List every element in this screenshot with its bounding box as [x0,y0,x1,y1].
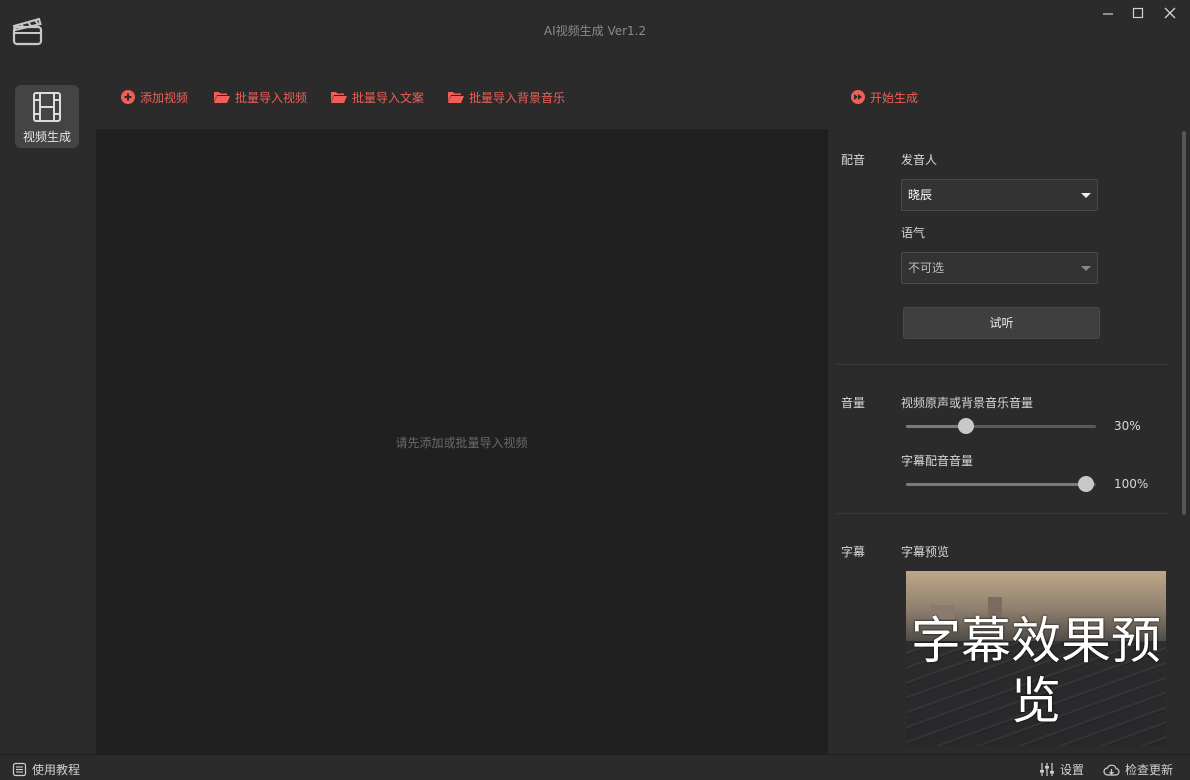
divider [836,364,1169,365]
volume-section-label: 音量 [841,396,866,410]
folder-open-icon [448,92,464,103]
speaker-select[interactable]: 晓辰 [901,179,1098,211]
empty-hint: 请先添加或批量导入视频 [395,436,528,450]
subtitle-preview-image: 字幕效果预览 [906,571,1166,746]
subtitle-preview-label: 字幕预览 [901,545,950,559]
subtitle-section-label: 字幕 [841,545,866,559]
plus-circle-icon [121,90,135,104]
video-list-area[interactable]: 请先添加或批量导入视频 [96,129,827,754]
panel-scrollbar[interactable] [1182,131,1186,515]
close-icon[interactable] [1159,4,1181,22]
sidebar: 视频生成 [0,64,96,754]
maximize-icon[interactable] [1127,4,1149,22]
import-videos-label: 批量导入视频 [235,90,308,105]
settings-panel: 配音 发音人 晓辰 语气 不可选 试听 音量 视频原声或背景音乐音量 30% 字… [827,129,1190,754]
document-icon [12,762,27,777]
check-update-button[interactable]: 检查更新 [1103,761,1173,778]
start-generate-button[interactable]: 开始生成 [850,88,918,106]
settings-label: 设置 [1060,763,1085,777]
title-bar: AI视频生成 Ver1.2 [0,0,1190,64]
settings-button[interactable]: 设置 [1039,761,1084,778]
tutorial-button[interactable]: 使用教程 [12,761,80,778]
status-bar: 使用教程 设置 检查更新 [0,754,1190,780]
import-music-label: 批量导入背景音乐 [469,90,566,105]
bg-volume-value: 30% [1114,419,1141,433]
speaker-label: 发音人 [901,153,938,167]
import-music-button[interactable]: 批量导入背景音乐 [447,88,565,106]
sidebar-item-label: 视频生成 [22,130,71,144]
slider-fill [906,483,1086,486]
folder-open-icon [331,92,347,103]
chevron-down-icon [1081,266,1091,271]
subtitle-preview-text: 字幕效果预览 [911,612,1161,730]
cloud-download-icon [1103,764,1120,776]
check-update-label: 检查更新 [1125,763,1174,777]
film-icon [31,91,63,123]
import-texts-label: 批量导入文案 [352,90,425,105]
slider-fill [906,425,966,428]
bg-volume-label: 视频原声或背景音乐音量 [901,396,1034,410]
divider [836,513,1169,514]
sidebar-item-video-generation[interactable]: 视频生成 [15,85,79,148]
dub-volume-value: 100% [1114,477,1149,491]
minimize-icon[interactable] [1097,4,1119,22]
add-video-button[interactable]: 添加视频 [120,88,188,106]
tone-select-value: 不可选 [908,261,945,275]
chevron-down-icon [1081,193,1091,198]
tutorial-label: 使用教程 [32,763,81,777]
dub-volume-slider[interactable] [906,476,1096,492]
fast-forward-icon [851,90,865,104]
start-generate-label: 开始生成 [870,90,919,105]
speaker-select-value: 晓辰 [908,188,933,202]
import-videos-button[interactable]: 批量导入视频 [213,88,307,106]
slider-handle[interactable] [1078,476,1094,492]
sliders-icon [1040,763,1054,776]
window-title: AI视频生成 Ver1.2 [543,24,647,38]
voice-section-label: 配音 [841,153,866,167]
dub-volume-label: 字幕配音音量 [901,454,974,468]
import-texts-button[interactable]: 批量导入文案 [330,88,424,106]
tone-select[interactable]: 不可选 [901,252,1098,284]
folder-open-icon [214,92,230,103]
add-video-label: 添加视频 [140,90,189,105]
bg-volume-slider[interactable] [906,418,1096,434]
listen-button[interactable]: 试听 [903,307,1100,339]
toolbar: 添加视频 批量导入视频 批量导入文案 批量导入背景音乐 开始生成 [96,64,1190,129]
slider-handle[interactable] [957,418,974,434]
tone-label: 语气 [901,226,926,240]
